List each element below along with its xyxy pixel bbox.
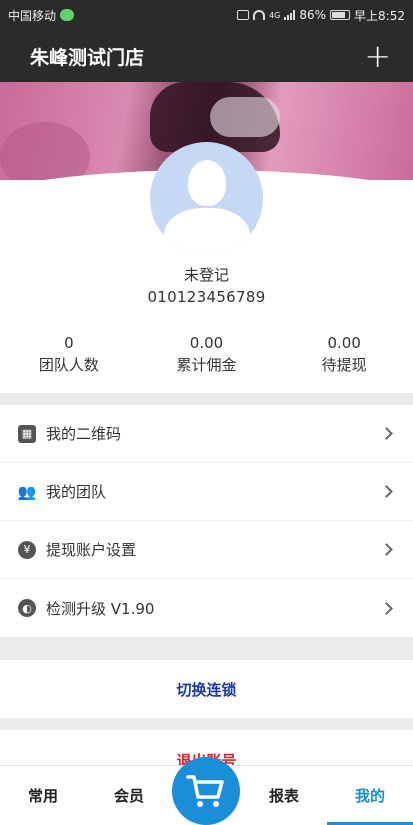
stat-team-count[interactable]: 0 团队人数 (0, 334, 138, 375)
cart-icon (186, 775, 224, 807)
chevron-right-icon (380, 601, 393, 615)
user-phone: 010123456789 (147, 288, 266, 306)
chevron-right-icon (380, 543, 393, 556)
title-bar: 朱峰测试门店 + (0, 30, 413, 82)
wifi-icon (253, 10, 266, 20)
stat-label: 团队人数 (38, 356, 99, 374)
chevron-right-icon (380, 427, 393, 440)
carrier-label: 中国移动 (8, 8, 57, 23)
clock: 早上8:52 (354, 8, 405, 23)
network-label: 4G (269, 10, 281, 20)
signal-icon (284, 10, 296, 20)
menu-item-label: 提现账户设置 (46, 541, 137, 559)
plus-icon[interactable]: + (364, 40, 391, 72)
cart-button[interactable] (172, 757, 240, 825)
team-icon: 👥 (17, 482, 37, 501)
stat-label: 待提现 (321, 356, 367, 374)
menu-item-team[interactable]: 👥 我的团队 (0, 463, 413, 521)
menu-item-check-update[interactable]: ◐ 检测升级 V1.90 (0, 579, 413, 637)
qrcode-icon: ▦ (18, 424, 36, 443)
menu-list: ▦ 我的二维码 👥 我的团队 ¥ 提现账户设置 ◐ 检测升级 V1.90 (0, 405, 413, 637)
menu-item-withdraw-account[interactable]: ¥ 提现账户设置 (0, 521, 413, 579)
avatar-body (164, 208, 250, 255)
stat-value: 0.00 (189, 334, 224, 352)
battery-percent: 86% (299, 8, 327, 22)
menu-item-label: 我的团队 (46, 483, 107, 501)
stat-value: 0 (64, 334, 74, 352)
money-bag-icon: ¥ (18, 540, 36, 559)
avatar[interactable] (150, 142, 263, 255)
stat-pending-withdrawal[interactable]: 0.00 待提现 (275, 334, 413, 375)
status-bar: 中国移动 4G 86% 早上8:52 (0, 0, 413, 30)
switch-chain-button[interactable]: 切换连锁 (0, 660, 413, 718)
menu-item-label: 检测升级 V1.90 (46, 599, 155, 618)
tab-reports[interactable]: 报表 (241, 766, 327, 825)
stat-label: 累计佣金 (176, 356, 237, 374)
avatar-head (188, 160, 226, 206)
stat-value: 0.00 (327, 334, 361, 352)
vibrate-icon (237, 10, 250, 20)
tab-mine[interactable]: 我的 (327, 766, 413, 825)
battery-icon (330, 10, 351, 20)
tab-common[interactable]: 常用 (0, 766, 86, 825)
menu-item-qrcode[interactable]: ▦ 我的二维码 (0, 405, 413, 463)
globe-icon: ◐ (18, 599, 36, 617)
chevron-right-icon (380, 485, 393, 498)
stats-row: 0 团队人数 0.00 累计佣金 0.00 待提现 (0, 334, 413, 375)
menu-item-label: 我的二维码 (46, 425, 122, 443)
user-name: 未登记 (183, 266, 229, 284)
tab-members[interactable]: 会员 (86, 766, 172, 825)
page-title: 朱峰测试门店 (30, 46, 145, 69)
stat-total-commission[interactable]: 0.00 累计佣金 (138, 334, 276, 375)
profile-card: 未登记 010123456789 0 团队人数 0.00 累计佣金 0.00 待… (0, 142, 413, 393)
wechat-icon (60, 9, 75, 21)
